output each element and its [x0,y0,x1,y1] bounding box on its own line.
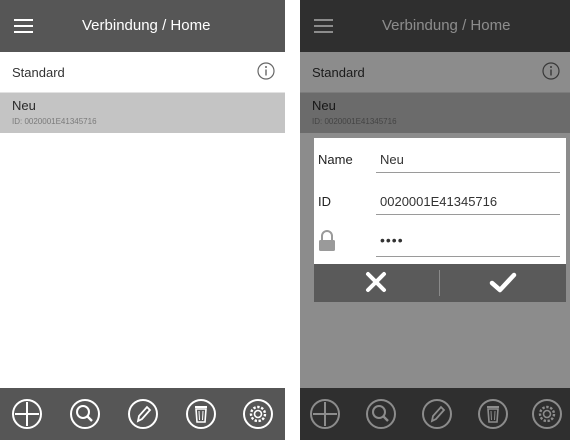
menu-icon[interactable] [14,19,33,33]
phone-screen-left: Verbindung / Home Standard Neu ID: 00200… [0,0,285,440]
id-input[interactable]: 0020001E41345716 [380,194,497,209]
name-label: Name [318,152,353,167]
password-field: •••• [314,222,566,262]
list-item-label: Neu [12,98,36,113]
password-input[interactable]: •••• [380,232,404,248]
name-input[interactable]: Neu [380,152,404,167]
connection-list: Standard Neu ID: 0020001E41345716 [0,52,285,133]
dialog-button-bar [314,264,566,302]
list-item-id: ID: 0020001E41345716 [12,117,97,126]
cancel-button[interactable] [314,264,439,302]
list-item-label: Standard [312,65,365,80]
title-bar: Verbindung / Home [0,0,285,52]
delete-icon[interactable] [184,397,218,431]
page-title: Verbindung / Home [82,17,211,34]
info-icon[interactable] [257,62,275,80]
close-icon [366,272,386,292]
title-bar: Verbindung / Home [300,0,570,52]
info-icon[interactable] [542,62,560,80]
name-field: Name Neu [314,138,566,178]
bottom-toolbar [0,388,285,440]
id-label: ID [318,194,331,209]
list-item-neu[interactable]: Neu ID: 0020001E41345716 [300,93,570,133]
check-icon [489,272,517,293]
name-underline [376,172,560,173]
phone-screen-right: Verbindung / Home Standard Neu ID: 00200… [300,0,570,440]
delete-icon[interactable] [476,397,510,431]
menu-icon[interactable] [314,19,333,33]
lock-icon [319,230,335,251]
page-title: Verbindung / Home [382,17,511,34]
password-underline [376,256,560,257]
edit-icon[interactable] [126,397,160,431]
edit-icon[interactable] [420,397,454,431]
connection-list: Standard Neu ID: 0020001E41345716 [300,52,570,133]
list-item-standard[interactable]: Standard [300,52,570,93]
id-underline [376,214,560,215]
settings-icon[interactable] [241,397,275,431]
list-item-neu[interactable]: Neu ID: 0020001E41345716 [0,93,285,133]
id-field: ID 0020001E41345716 [314,180,566,220]
add-icon[interactable] [10,397,44,431]
edit-connection-dialog: Name Neu ID 0020001E41345716 •••• [314,138,566,302]
list-item-id: ID: 0020001E41345716 [312,117,397,126]
settings-icon[interactable] [530,397,564,431]
add-icon[interactable] [308,397,342,431]
list-item-label: Neu [312,98,336,113]
confirm-button[interactable] [440,264,566,302]
search-icon[interactable] [364,397,398,431]
search-icon[interactable] [68,397,102,431]
list-item-label: Standard [12,65,65,80]
list-item-standard[interactable]: Standard [0,52,285,93]
bottom-toolbar [300,388,570,440]
